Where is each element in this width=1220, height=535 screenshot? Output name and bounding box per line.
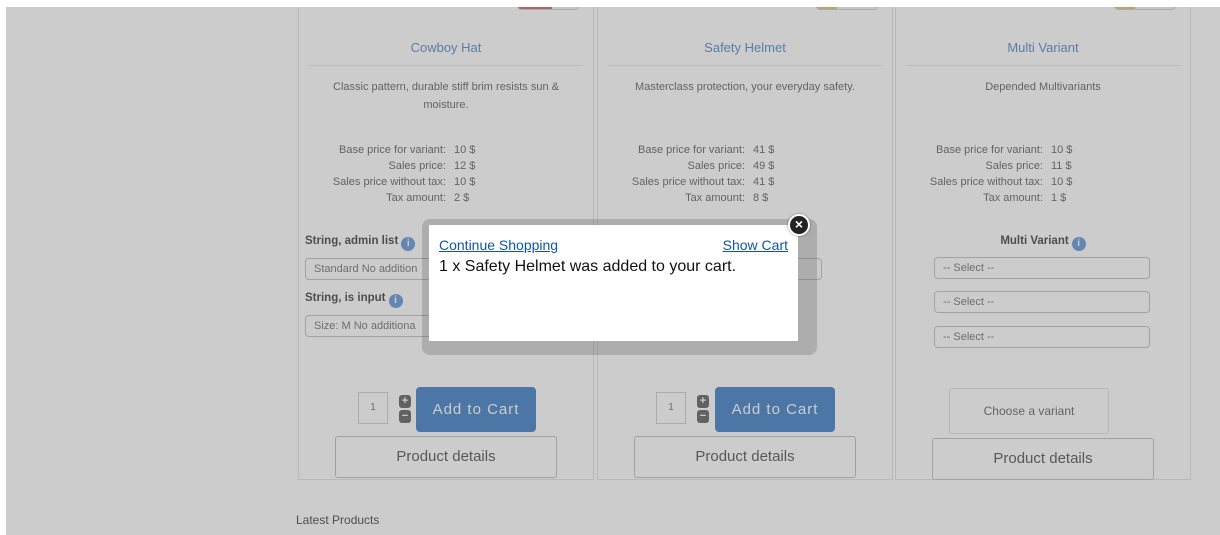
cart-confirmation-message: 1 x Safety Helmet was added to your cart… [439, 258, 737, 275]
top-strip [0, 0, 1220, 7]
show-cart-link[interactable]: Show Cart [723, 237, 788, 253]
added-to-cart-popup: Continue Shopping Show Cart 1 x Safety H… [429, 225, 798, 341]
close-icon[interactable]: × [788, 214, 810, 236]
continue-shopping-link[interactable]: Continue Shopping [439, 237, 558, 253]
